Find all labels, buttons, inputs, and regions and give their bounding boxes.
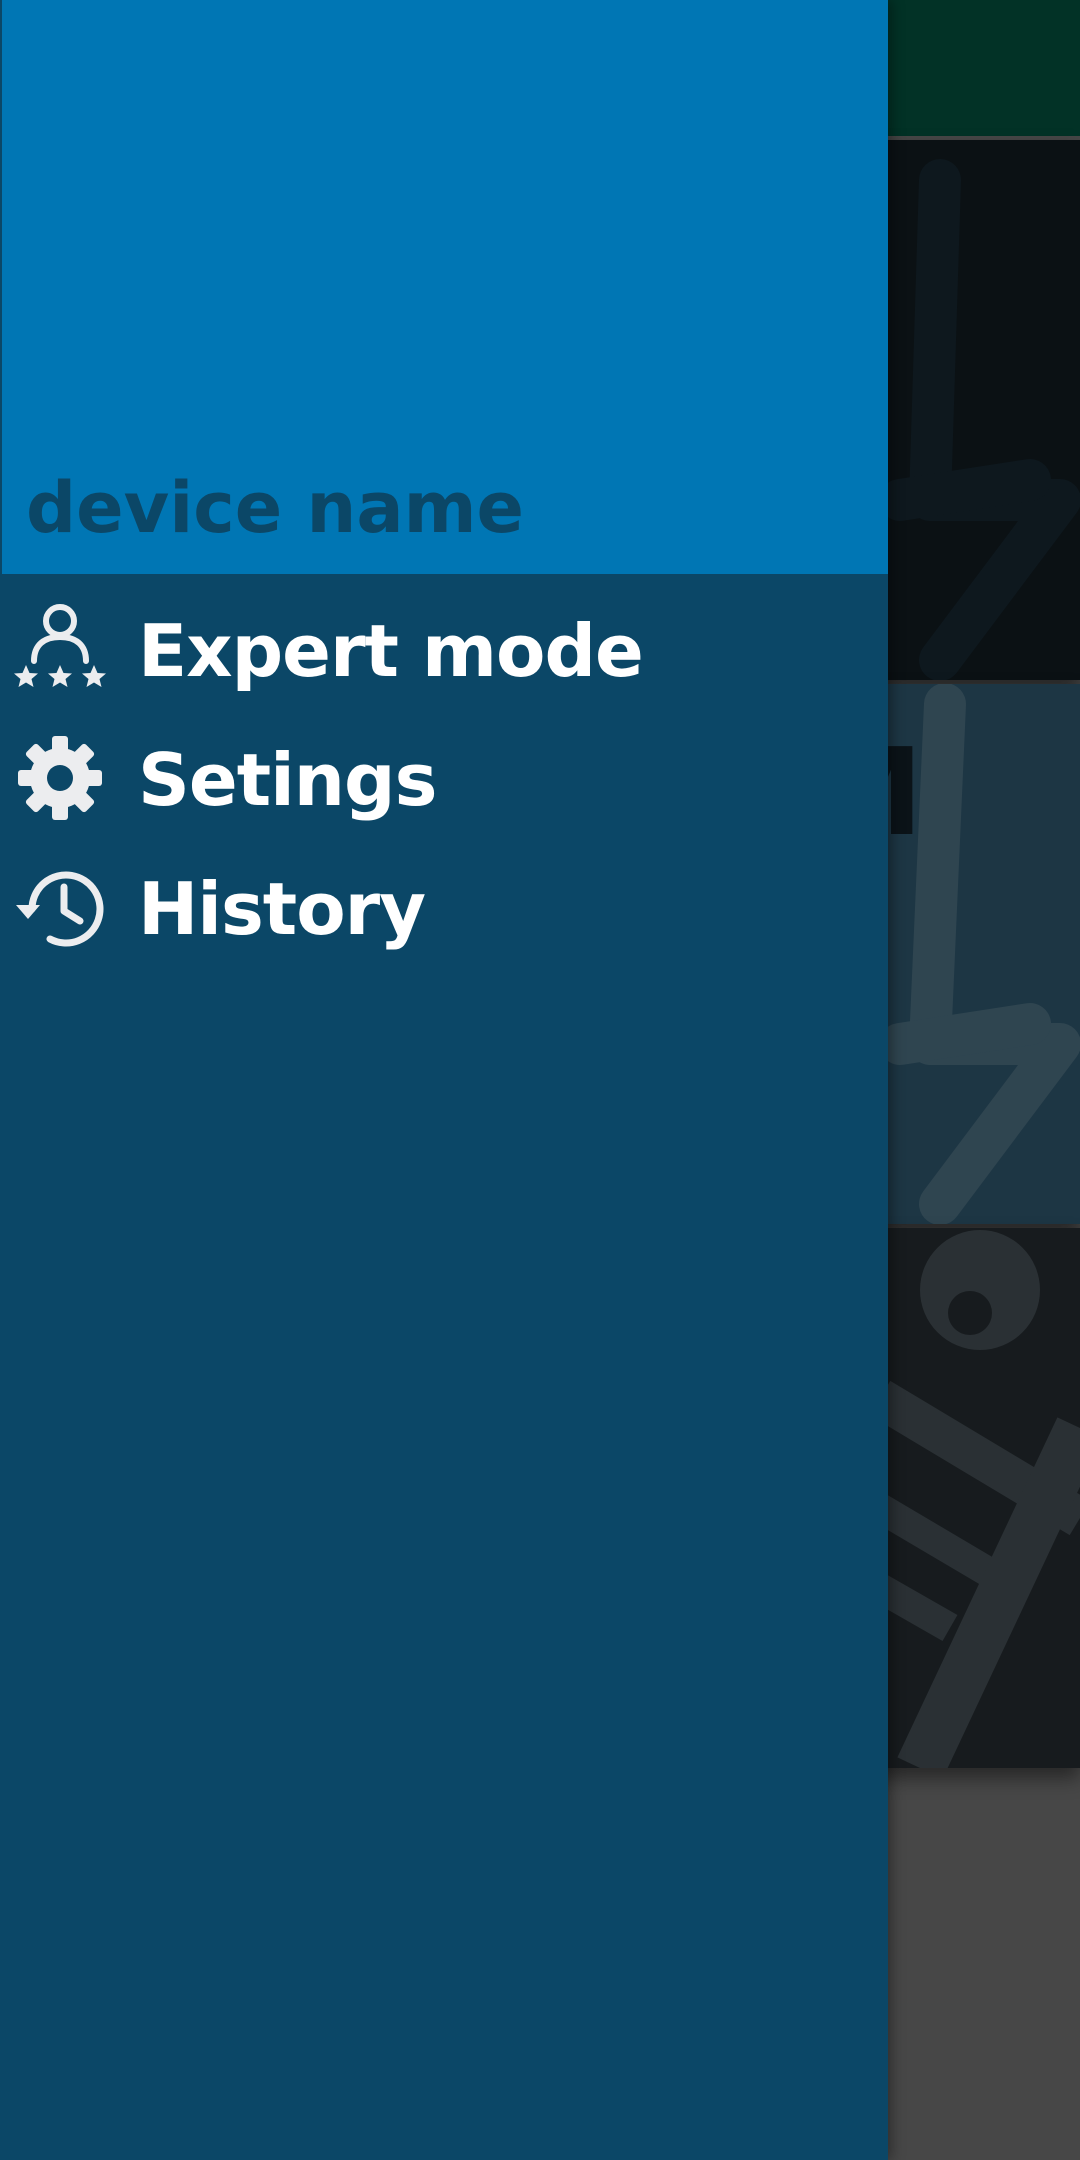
history-icon	[10, 857, 110, 957]
menu-item-settings[interactable]: Setings	[0, 714, 888, 843]
navigation-drawer: device name Expert mode Setings History	[0, 0, 888, 2160]
menu-item-history-label: History	[138, 867, 426, 951]
drawer-header[interactable]: device name	[0, 0, 888, 574]
menu-item-expert-mode[interactable]: Expert mode	[0, 585, 888, 714]
menu-item-expert-mode-label: Expert mode	[138, 609, 644, 693]
device-name: device name	[26, 467, 525, 549]
screen: OM E device name	[0, 0, 1080, 2160]
menu-item-history[interactable]: History	[0, 843, 888, 972]
expert-user-stars-icon	[10, 599, 110, 699]
menu-item-settings-label: Setings	[138, 738, 437, 822]
drawer-menu: Expert mode Setings History	[0, 585, 888, 972]
gear-icon	[10, 728, 110, 828]
